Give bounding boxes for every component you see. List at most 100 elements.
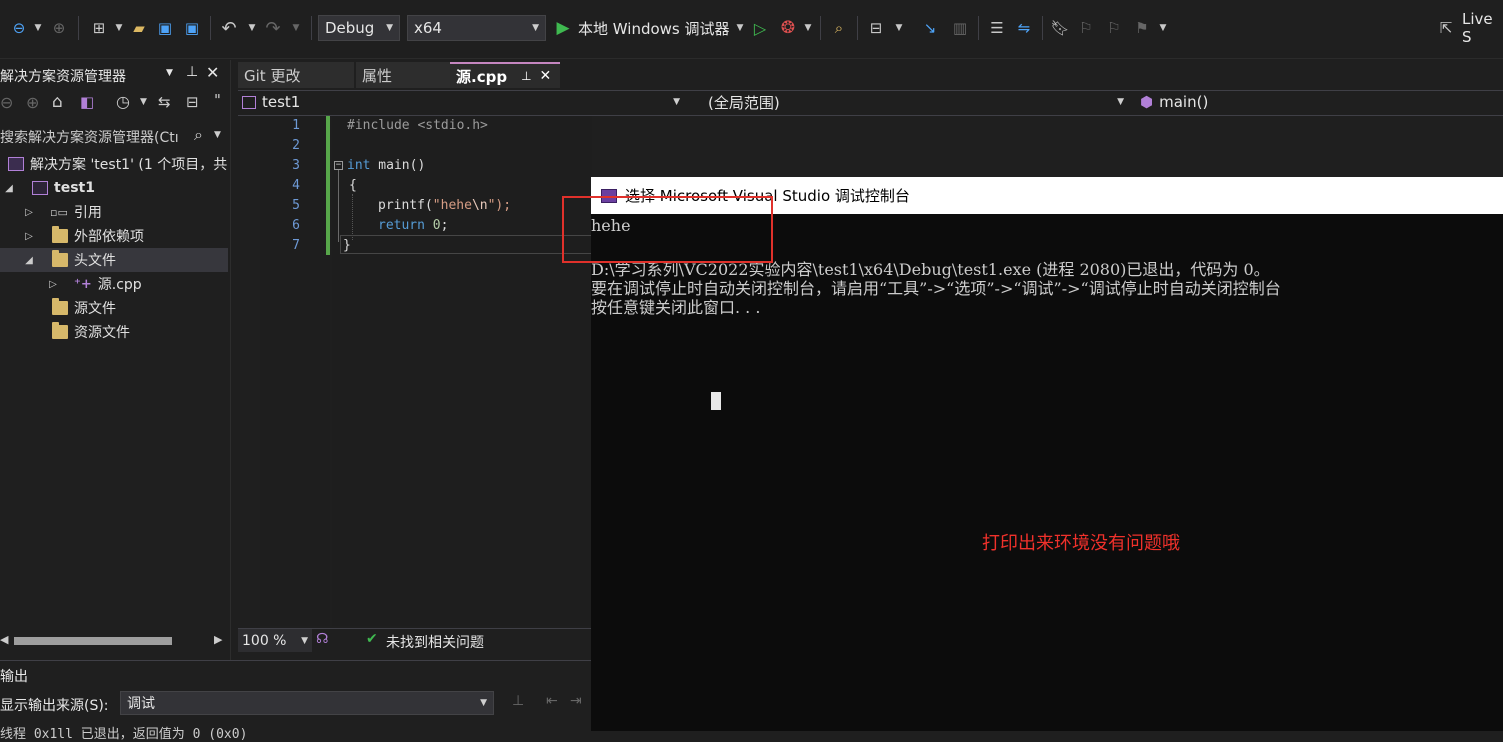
scrollbar-thumb[interactable] bbox=[14, 637, 172, 645]
solution-search[interactable]: 搜索解决方案资源管理器(Ctı ⌕ ▼ bbox=[0, 124, 230, 148]
code-editor[interactable]: #include <stdio.h> − int main() { printf… bbox=[332, 116, 592, 626]
prev-bookmark-icon[interactable]: ⚐ bbox=[1076, 16, 1096, 40]
editor-status-bar: 100 % ▼ ☊ ✔ 未找到相关问题 bbox=[238, 628, 591, 653]
zoom-select[interactable]: 100 % ▼ bbox=[238, 629, 312, 652]
collapse-all-icon[interactable]: ⊟ bbox=[186, 93, 199, 111]
bookmark-icon[interactable]: 🔖︎ bbox=[1050, 16, 1070, 40]
more-icon[interactable]: " bbox=[214, 91, 221, 109]
live-share-icon[interactable]: ⇱ bbox=[1436, 16, 1456, 40]
tab-source-cpp[interactable]: 源.cpp ⊥ ✕ bbox=[450, 62, 560, 88]
collapse-icon[interactable]: ▷ bbox=[22, 231, 36, 242]
expand-icon[interactable]: ◢ bbox=[2, 183, 16, 194]
tree-item-header-files[interactable]: ◢ 头文件 bbox=[0, 248, 228, 272]
browse-icon[interactable]: ⌕ bbox=[828, 16, 850, 40]
collapse-icon[interactable]: ▷ bbox=[46, 279, 60, 290]
start-without-debug-icon[interactable]: ▷ bbox=[750, 16, 770, 40]
pin-icon[interactable]: ⊥ bbox=[186, 64, 198, 80]
back-dropdown-icon[interactable]: ▼ bbox=[32, 16, 44, 40]
project-icon bbox=[32, 181, 48, 195]
horizontal-scrollbar[interactable]: ◀ ▶ bbox=[0, 632, 228, 650]
find-message-icon[interactable]: ⊥ bbox=[512, 693, 524, 709]
save-icon[interactable]: ▣ bbox=[154, 16, 176, 40]
redo-dropdown-icon[interactable]: ▼ bbox=[290, 16, 302, 40]
back-icon[interactable]: ⊖ bbox=[0, 93, 13, 112]
pending-dropdown-icon[interactable]: ▼ bbox=[140, 97, 147, 107]
code-line-7: } bbox=[343, 238, 351, 253]
tree-item-label: 源文件 bbox=[74, 301, 116, 317]
forward-icon[interactable]: ⊕ bbox=[48, 16, 70, 40]
start-debug-icon[interactable]: ▶ bbox=[552, 16, 574, 40]
layout-dropdown-icon[interactable]: ▼ bbox=[892, 16, 906, 40]
open-folder-icon[interactable]: ▰ bbox=[128, 16, 150, 40]
scope-dropdown[interactable]: (全局范围) ▼ bbox=[708, 91, 1128, 113]
annotation-highlight-box bbox=[562, 196, 773, 263]
zoom-value: 100 % bbox=[242, 632, 287, 649]
solution-explorer-title: 解决方案资源管理器 bbox=[0, 69, 126, 85]
start-debugger-button[interactable]: 本地 Windows 调试器 bbox=[578, 16, 734, 40]
tree-item-resource-files[interactable]: 资源文件 bbox=[0, 320, 228, 344]
window-position-icon[interactable]: ▼ bbox=[166, 68, 173, 78]
fold-toggle-icon[interactable]: − bbox=[334, 161, 343, 170]
expand-icon[interactable]: ◢ bbox=[22, 255, 36, 266]
uncomment-icon[interactable]: ⇋ bbox=[1012, 16, 1036, 40]
hot-reload-icon[interactable]: ❂ bbox=[777, 16, 799, 40]
back-icon[interactable]: ⊖ bbox=[8, 16, 30, 40]
solution-explorer-toolbar: ⊖ ⊕ ⌂ ◧ ◷ ▼ ⇆ ⊟ " bbox=[0, 91, 230, 119]
close-icon[interactable]: ✕ bbox=[540, 68, 552, 84]
pin-icon[interactable]: ⊥ bbox=[521, 69, 531, 83]
toolbar-separator bbox=[820, 16, 821, 40]
intellicode-icon[interactable]: ☊ bbox=[316, 631, 328, 647]
search-options-icon[interactable]: ▼ bbox=[214, 130, 221, 140]
configuration-select[interactable]: Debug ▼ bbox=[318, 15, 400, 41]
tree-item-source-cpp[interactable]: ▷ ⁺+ 源.cpp bbox=[0, 272, 228, 296]
collapse-icon[interactable]: ▷ bbox=[22, 207, 36, 218]
next-bookmark-icon[interactable]: ⚐ bbox=[1104, 16, 1124, 40]
home-icon[interactable]: ⌂ bbox=[52, 92, 63, 112]
debugger-dropdown-icon[interactable]: ▼ bbox=[734, 16, 746, 40]
hot-reload-dropdown-icon[interactable]: ▼ bbox=[802, 16, 814, 40]
scroll-right-icon[interactable]: ▶ bbox=[214, 633, 222, 646]
issues-status[interactable]: 未找到相关问题 bbox=[386, 632, 484, 652]
disabled-tool-icon: ▥ bbox=[952, 19, 968, 37]
forward-icon[interactable]: ⊕ bbox=[26, 93, 39, 112]
tree-item-external-deps[interactable]: ▷ 外部依赖项 bbox=[0, 224, 228, 248]
tree-item-source-files[interactable]: 源文件 bbox=[0, 296, 228, 320]
platform-select[interactable]: x64 ▼ bbox=[407, 15, 546, 41]
switch-view-icon[interactable]: ◧ bbox=[80, 93, 94, 111]
tab-properties[interactable]: 属性 bbox=[356, 62, 452, 88]
toolbar-separator bbox=[978, 16, 979, 40]
redo-icon[interactable]: ↷ bbox=[262, 16, 284, 40]
undo-dropdown-icon[interactable]: ▼ bbox=[246, 16, 258, 40]
chevron-down-icon: ▼ bbox=[386, 23, 393, 33]
pending-changes-icon[interactable]: ◷ bbox=[116, 92, 130, 111]
tree-item-project[interactable]: ◢ test1 bbox=[0, 176, 228, 200]
annotation-text: 打印出来环境没有问题哦 bbox=[982, 533, 1180, 554]
close-icon[interactable]: ✕ bbox=[206, 63, 219, 82]
scroll-left-icon[interactable]: ◀ bbox=[0, 633, 8, 646]
new-project-icon[interactable]: ⊞ bbox=[86, 16, 112, 40]
search-icon[interactable]: ⌕ bbox=[194, 125, 203, 145]
tree-item-solution[interactable]: 解决方案 'test1' (1 个项目，共 bbox=[0, 152, 228, 176]
save-all-icon[interactable]: ▣ bbox=[180, 16, 204, 40]
project-icon bbox=[242, 95, 256, 109]
line-number: 4 bbox=[292, 178, 300, 193]
tree-item-references[interactable]: ▷ ▫▭ 引用 bbox=[0, 200, 228, 224]
code-line-5: printf("hehe\n"); bbox=[378, 198, 512, 213]
new-dropdown-icon[interactable]: ▼ bbox=[114, 16, 124, 40]
step-icon[interactable]: ↘ bbox=[918, 16, 942, 40]
tab-git-changes[interactable]: Git 更改 bbox=[238, 62, 354, 88]
project-dropdown[interactable]: test1 ▼ bbox=[238, 91, 684, 113]
next-message-icon[interactable]: ⇥ bbox=[570, 693, 582, 709]
clear-bookmarks-icon[interactable]: ⚑ bbox=[1132, 16, 1152, 40]
live-share-button[interactable]: Live S bbox=[1462, 10, 1503, 46]
prev-message-icon[interactable]: ⇤ bbox=[546, 693, 558, 709]
undo-icon[interactable]: ↶ bbox=[218, 16, 240, 40]
output-source-select[interactable]: 调试 ▼ bbox=[120, 691, 494, 715]
search-input[interactable]: 搜索解决方案资源管理器(Ctı bbox=[0, 127, 190, 147]
member-dropdown[interactable]: ⬢ main() bbox=[1140, 91, 1503, 113]
layout-icon[interactable]: ⊟ bbox=[864, 16, 888, 40]
bookmark-dropdown-icon[interactable]: ▼ bbox=[1156, 16, 1170, 40]
current-line-highlight bbox=[340, 235, 592, 254]
sync-icon[interactable]: ⇆ bbox=[158, 93, 171, 111]
comment-icon[interactable]: ☰ bbox=[986, 16, 1008, 40]
